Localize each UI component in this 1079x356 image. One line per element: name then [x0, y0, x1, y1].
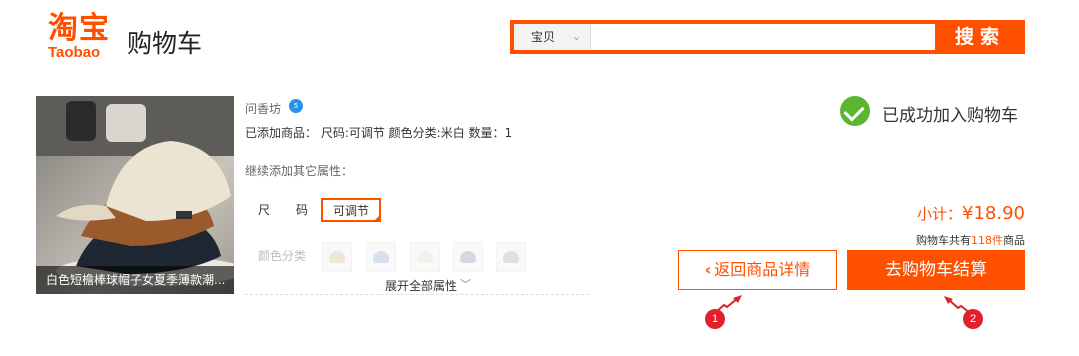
annotation-marker-2: 2: [963, 309, 983, 329]
annotation-arrows: [715, 295, 971, 314]
annotation-marker-1: 1: [705, 309, 725, 329]
